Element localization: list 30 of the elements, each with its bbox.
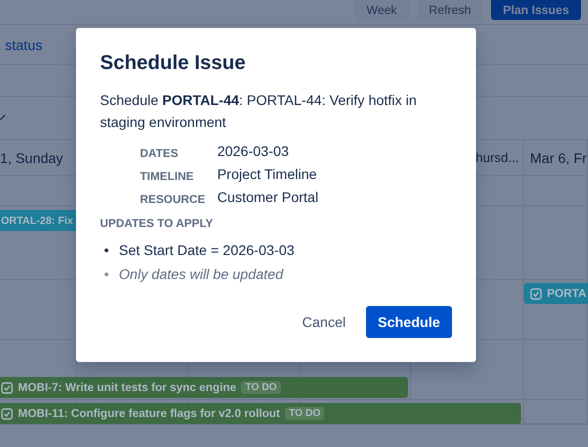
toolbar-button[interactable]: Refresh bbox=[416, 0, 483, 20]
issue-title: PORTA bbox=[547, 288, 586, 300]
status-tag: TO DO bbox=[241, 381, 281, 394]
check-icon bbox=[0, 114, 6, 122]
day-header: Mar 6, Fr bbox=[524, 140, 588, 176]
field-value: 2026-03-03 bbox=[217, 143, 290, 160]
toolbar-button[interactable]: Week bbox=[354, 0, 409, 20]
bullet: • bbox=[104, 265, 109, 283]
field-label: RESOURCE bbox=[140, 193, 206, 206]
issue-title: ORTAL-28: Fix bbox=[1, 214, 74, 226]
dialog-description: Schedule PORTAL-44: PORTAL-44: Verify hotfix in staging environment bbox=[100, 91, 418, 132]
dialog-title: Schedule Issue bbox=[100, 52, 247, 75]
toolbar-button[interactable]: Plan Issues bbox=[490, 0, 581, 20]
field-value: Customer Portal bbox=[217, 189, 320, 206]
note-item: Only dates will be updated bbox=[118, 265, 284, 284]
cancel-button[interactable]: Cancel bbox=[290, 306, 358, 338]
field-label: DATES bbox=[140, 147, 180, 160]
bullet: • bbox=[104, 241, 109, 259]
status-link[interactable]: status bbox=[0, 36, 42, 52]
field-value: Project Timeline bbox=[217, 166, 318, 183]
section-heading: UPDATES TO APPLY bbox=[100, 218, 214, 230]
schedule-button[interactable]: Schedule bbox=[366, 306, 452, 338]
field-label: TIMELINE bbox=[140, 170, 195, 183]
issue-bar[interactable]: PORTA bbox=[524, 283, 588, 304]
issue-bar[interactable]: MOBI-7: Write unit tests for sync engine TO DO bbox=[0, 377, 408, 398]
issue-bar[interactable]: MOBI-11: Configure feature flags for v2.0 rollout TO DO bbox=[0, 403, 521, 424]
status-tag: TO DO bbox=[284, 407, 324, 420]
update-item: Set Start Date = 2026-03-03 bbox=[118, 241, 296, 260]
issue-title: MOBI-7: Write unit tests for sync engine bbox=[18, 382, 236, 394]
issue-title: MOBI-11: Configure feature flags for v2.0 rollout bbox=[18, 408, 280, 420]
